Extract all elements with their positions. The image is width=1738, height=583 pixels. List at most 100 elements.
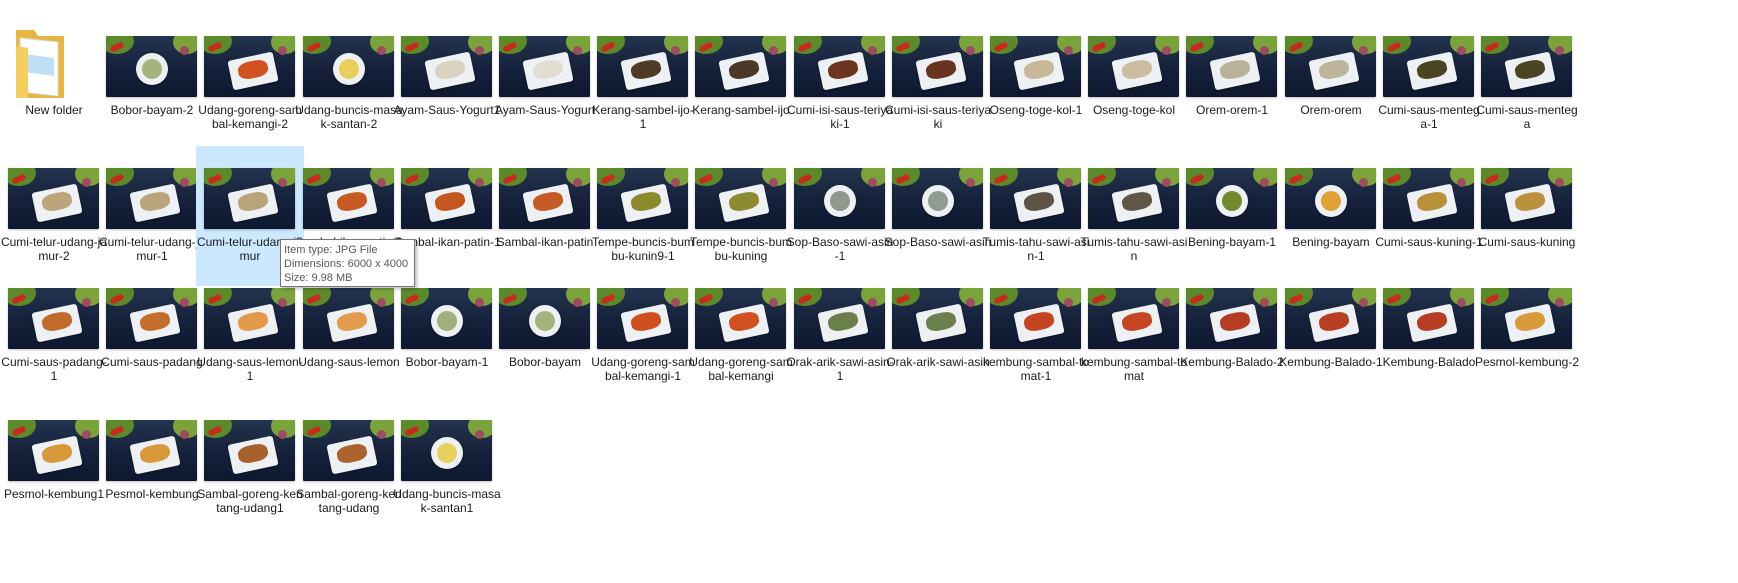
image-thumbnail xyxy=(401,36,492,97)
file-item[interactable]: Bening-bayam xyxy=(1277,146,1385,286)
file-item[interactable]: Sambal-ikan-patin xyxy=(491,146,599,286)
file-item[interactable]: Cumi-saus-padang-1 xyxy=(0,266,108,406)
file-item[interactable]: Tumis-tahu-sawi-asin-1 xyxy=(982,146,1090,286)
file-item[interactable]: Sambal-goreng-kentang-udang1 xyxy=(196,398,304,538)
file-item[interactable]: Sop-Baso-sawi-asin xyxy=(884,146,992,286)
image-thumbnail xyxy=(892,168,983,229)
file-item[interactable]: Tumis-tahu-sawi-asin xyxy=(1080,146,1188,286)
file-item[interactable]: Cumi-telur-udang-jamur-1 xyxy=(98,146,206,286)
file-label: Orak-arik-sawi-asin xyxy=(886,355,990,369)
file-item[interactable]: Oseng-toge-kol-1 xyxy=(982,14,1090,154)
file-item[interactable]: Kembung-Balado-1 xyxy=(1277,266,1385,406)
file-item[interactable]: Oseng-toge-kol xyxy=(1080,14,1188,154)
file-item[interactable]: Bobor-bayam-1 xyxy=(393,266,501,406)
image-thumbnail xyxy=(794,36,885,97)
image-thumbnail xyxy=(8,420,99,481)
file-item[interactable]: Cumi-saus-kuning-1 xyxy=(1375,146,1483,286)
file-item[interactable]: Tempe-buncis-bumbu-kunin9-1 xyxy=(589,146,697,286)
file-item[interactable]: Pesmol-kembung1 xyxy=(0,398,108,538)
file-label: Cumi-saus-kuning xyxy=(1478,235,1576,249)
file-label: Cumi-saus-kuning-1 xyxy=(1375,235,1483,249)
file-item[interactable]: Orem-orem xyxy=(1277,14,1385,154)
image-thumbnail xyxy=(892,288,983,349)
file-grid: New folder Bobor-bayam-2 Udang-goreng-sam… xyxy=(0,0,1738,583)
image-thumbnail xyxy=(1285,36,1376,97)
file-item[interactable]: Kerang-sambel-ijo xyxy=(687,14,795,154)
file-label: Tumis-tahu-sawi-asin xyxy=(1080,235,1188,263)
file-label: Udang-goreng-sambal-kemangi-2 xyxy=(198,103,302,131)
file-item[interactable]: Kerang-sambel-ijo-1 xyxy=(589,14,697,154)
file-item[interactable]: Kembung-Balado-2 xyxy=(1178,266,1286,406)
image-thumbnail xyxy=(1383,288,1474,349)
image-thumbnail xyxy=(204,168,295,229)
image-thumbnail xyxy=(8,168,99,229)
file-item[interactable]: kembung-sambal-tomat xyxy=(1080,266,1188,406)
image-thumbnail xyxy=(990,288,1081,349)
image-thumbnail xyxy=(401,168,492,229)
file-item[interactable]: Orem-orem-1 xyxy=(1178,14,1286,154)
image-thumbnail xyxy=(892,36,983,97)
image-thumbnail xyxy=(597,288,688,349)
file-item[interactable]: Bening-bayam-1 xyxy=(1178,146,1286,286)
file-item[interactable]: Cumi-telur-udang-jamur-2 xyxy=(0,146,108,286)
file-item[interactable]: Sop-Baso-sawi-asin-1 xyxy=(786,146,894,286)
file-item[interactable]: Cumi-isi-saus-teriyaki-1 xyxy=(786,14,894,154)
file-item[interactable]: Udang-goreng-sambal-kemangi-1 xyxy=(589,266,697,406)
item-tooltip: Item type: JPG File Dimensions: 6000 x 4… xyxy=(280,239,415,287)
file-item[interactable]: Udang-buncis-masak-santan1 xyxy=(393,398,501,538)
image-thumbnail xyxy=(106,288,197,349)
image-thumbnail xyxy=(990,168,1081,229)
file-item[interactable]: Cumi-saus-kuning xyxy=(1473,146,1581,286)
file-item[interactable]: kembung-sambal-tomat-1 xyxy=(982,266,1090,406)
file-item[interactable]: Cumi-isi-saus-teriyaki xyxy=(884,14,992,154)
file-label: Cumi-saus-mentega xyxy=(1476,103,1578,131)
image-thumbnail xyxy=(1088,168,1179,229)
image-thumbnail xyxy=(106,36,197,97)
image-thumbnail xyxy=(204,36,295,97)
file-item[interactable]: Bobor-bayam xyxy=(491,266,599,406)
folder-label: New folder xyxy=(25,103,83,117)
file-label: Oseng-toge-kol-1 xyxy=(989,103,1083,117)
file-label: Pesmol-kembung-2 xyxy=(1474,355,1580,369)
file-item[interactable]: Udang-saus-lemon xyxy=(295,266,403,406)
file-item[interactable]: Orak-arik-sawi-asin-1 xyxy=(786,266,894,406)
tooltip-dimensions: Dimensions: 6000 x 4000 xyxy=(284,258,409,270)
image-thumbnail xyxy=(1383,168,1474,229)
file-label: kembung-sambal-tomat xyxy=(1080,355,1188,383)
file-item[interactable]: Tempe-buncis-bumbu-kuning xyxy=(687,146,795,286)
file-item[interactable]: Orak-arik-sawi-asin xyxy=(884,266,992,406)
folder-item-new-folder[interactable]: New folder xyxy=(0,14,108,154)
file-label: Sop-Baso-sawi-asin xyxy=(884,235,992,249)
image-thumbnail xyxy=(499,36,590,97)
file-label: Tempe-buncis-bumbu-kunin9-1 xyxy=(591,235,695,263)
image-thumbnail xyxy=(204,420,295,481)
file-item[interactable]: Cumi-saus-mentega xyxy=(1473,14,1581,154)
file-item[interactable]: Udang-goreng-sambal-kemangi-2 xyxy=(196,14,304,154)
image-thumbnail xyxy=(597,168,688,229)
file-label: Pesmol-kembung xyxy=(105,487,199,501)
file-label: Kembung-Balado-1 xyxy=(1279,355,1383,369)
file-item[interactable]: Udang-buncis-masak-santan-2 xyxy=(295,14,403,154)
image-thumbnail xyxy=(1186,36,1277,97)
file-item[interactable]: Cumi-saus-mentega-1 xyxy=(1375,14,1483,154)
file-item[interactable]: Pesmol-kembung-2 xyxy=(1473,266,1581,406)
file-item[interactable]: Bobor-bayam-2 xyxy=(98,14,206,154)
file-item[interactable]: Ayam-Saus-Yogurt1 xyxy=(393,14,501,154)
file-item[interactable]: Sambal-goreng-kentang-udang xyxy=(295,398,403,538)
image-thumbnail xyxy=(1481,168,1572,229)
image-thumbnail xyxy=(1186,288,1277,349)
image-thumbnail xyxy=(499,288,590,349)
file-item[interactable]: Udang-goreng-sambal-kemangi xyxy=(687,266,795,406)
image-thumbnail xyxy=(303,168,394,229)
file-item[interactable]: Udang-saus-lemon-1 xyxy=(196,266,304,406)
file-label: Bobor-bayam-2 xyxy=(110,103,194,117)
file-item[interactable]: Kembung-Balado xyxy=(1375,266,1483,406)
file-item[interactable]: Ayam-Saus-Yogurt xyxy=(491,14,599,154)
image-thumbnail xyxy=(597,36,688,97)
file-label: Sambal-ikan-patin xyxy=(496,235,594,249)
file-item[interactable]: Cumi-saus-padang xyxy=(98,266,206,406)
file-label: Cumi-isi-saus-teriyaki xyxy=(884,103,991,131)
file-label: Tumis-tahu-sawi-asin-1 xyxy=(982,235,1090,263)
image-thumbnail xyxy=(204,288,295,349)
file-item[interactable]: Pesmol-kembung xyxy=(98,398,206,538)
